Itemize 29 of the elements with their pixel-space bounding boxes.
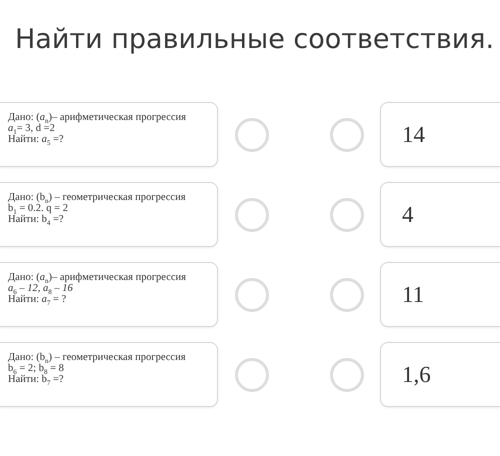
prompt-line: Найти: b$_{7}$ =? xyxy=(8,374,65,385)
prompt-line: Дано: (a$_{n}$)– арифметическая прогрессия xyxy=(8,272,187,283)
prompt-card[interactable]: Дано: (a$_{n}$)– арифметическая прогрессия a$_{1}$= 3, d =2 Найти: a$_{5}$ =? xyxy=(0,102,218,167)
answer-card[interactable]: 4 xyxy=(380,182,500,247)
prompt-line: a$_{1}$= 3, d =2 xyxy=(8,123,55,134)
match-socket[interactable] xyxy=(330,118,364,152)
match-socket[interactable] xyxy=(235,198,269,232)
prompt-line: b$_{6}$ = 2; b$_{8}$ = 8 xyxy=(8,363,65,374)
answer-card[interactable]: 11 xyxy=(380,262,500,327)
prompt-line: Дано: (a$_{n}$)– арифметическая прогрессия xyxy=(8,112,187,123)
prompt-card[interactable]: Дано: (b$_{n}$) – геометрическая прогрессия b$_{6}$ = 2; b$_{8}$ = 8 Найти: b$_{7}$ =? xyxy=(0,342,218,407)
match-socket[interactable] xyxy=(235,358,269,392)
prompt-card[interactable]: Дано: (a$_{n}$)– арифметическая прогрессия a$_{6}$ – 12, a$_{8}$ – 16 Найти: a$_{7}$ = ? xyxy=(0,262,218,327)
page-title: Найти правильные соответствия. xyxy=(14,23,496,57)
prompt-line: b$_{1}$ = 0.2. q = 2 xyxy=(8,203,69,214)
prompt-line: Дано: (b$_{n}$) – геометрическая прогрессия xyxy=(8,192,187,203)
match-socket[interactable] xyxy=(235,278,269,312)
prompt-line: a$_{6}$ – 12, a$_{8}$ – 16 xyxy=(8,283,74,294)
match-socket[interactable] xyxy=(330,198,364,232)
prompt-line: Найти: a$_{5}$ =? xyxy=(8,134,65,145)
prompt-card[interactable]: Дано: (b$_{n}$) – геометрическая прогрессия b$_{1}$ = 0.2. q = 2 Найти: b$_{4}$ =? xyxy=(0,182,218,247)
prompt-line: Найти: a$_{7}$ = ? xyxy=(8,294,68,305)
answer-card[interactable]: 14 xyxy=(380,102,500,167)
prompt-line: Дано: (b$_{n}$) – геометрическая прогрессия xyxy=(8,352,187,363)
match-socket[interactable] xyxy=(330,278,364,312)
match-socket[interactable] xyxy=(330,358,364,392)
answer-card[interactable]: 1,6 xyxy=(380,342,500,407)
prompt-line: Найти: b$_{4}$ =? xyxy=(8,214,65,225)
match-socket[interactable] xyxy=(235,118,269,152)
